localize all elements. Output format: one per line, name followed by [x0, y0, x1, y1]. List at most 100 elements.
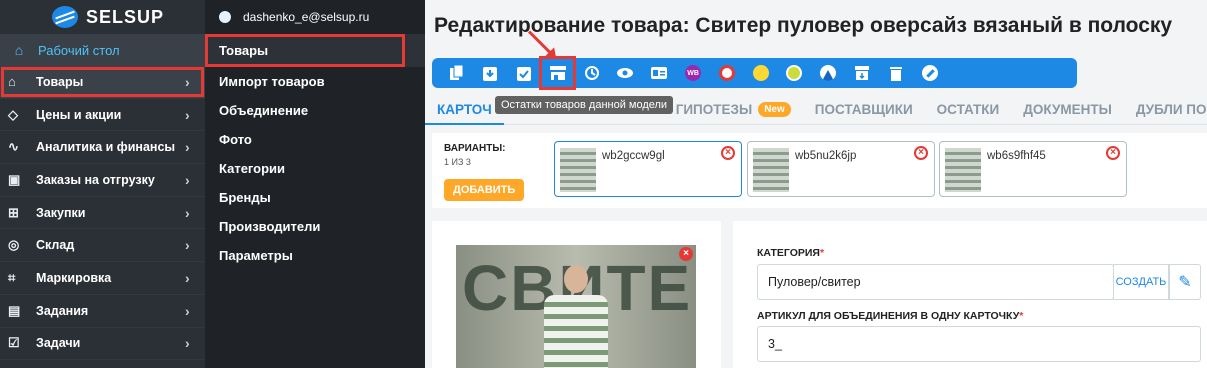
submenu-item[interactable]: Товары — [205, 34, 425, 67]
sidebar-item-label: Маркировка — [36, 270, 112, 285]
category-field[interactable]: Пуловер/свитер — [757, 264, 1114, 300]
preview-button[interactable] — [609, 58, 642, 88]
remove-variant-icon[interactable]: × — [721, 146, 735, 160]
cart-icon: ⊞ — [8, 204, 19, 220]
variants-count: 1 ИЗ 3 — [444, 157, 471, 167]
sidebar-item[interactable]: ◎ Склад › — [0, 229, 205, 263]
check-circle-icon: ◎ — [8, 237, 20, 253]
tab-label: ГИПОТЕЗЫ — [675, 102, 753, 117]
bag-icon: ⌂ — [8, 74, 16, 90]
sidebar-item-label: Рабочий стол — [38, 42, 120, 58]
sidebar-item-label: Товары — [36, 74, 84, 89]
submenu-item[interactable]: Производители — [205, 212, 425, 241]
yandex-market-button[interactable] — [744, 58, 777, 88]
store-icon — [549, 66, 566, 80]
submenu-item[interactable]: Параметры — [205, 241, 425, 270]
marketplace-check-button[interactable] — [778, 58, 811, 88]
sidebar-item[interactable]: ⌂ Товары › — [0, 66, 205, 99]
sidebar-item-label: Закупки — [36, 205, 86, 220]
clipboard-check-icon — [517, 67, 532, 81]
variant-card[interactable]: wb2gccw9gl × — [554, 141, 742, 197]
submenu-item[interactable]: Фото — [205, 125, 425, 154]
delete-button[interactable] — [879, 58, 912, 88]
add-variant-button[interactable]: ДОБАВИТЬ — [444, 179, 525, 201]
card-view-button[interactable] — [643, 58, 676, 88]
tab-documents[interactable]: ДОКУМЕНТЫ — [1011, 102, 1124, 117]
sidebar-item[interactable]: ▣ Заказы на отгрузку › — [0, 164, 205, 197]
approve-button[interactable] — [508, 58, 541, 88]
create-category-button[interactable]: СОЗДАТЬ — [1113, 264, 1169, 300]
home-icon: ⌂ — [14, 42, 24, 58]
download-button[interactable] — [474, 58, 507, 88]
sidebar-item-label: Цены и акции — [36, 107, 122, 122]
remove-image-icon[interactable]: × — [679, 247, 693, 261]
category-label: КАТЕГОРИЯ* — [757, 247, 825, 259]
sidebar-item[interactable]: ◇ Цены и акции › — [0, 99, 205, 132]
article-label: АРТИКУЛ ДЛЯ ОБЪЕДИНЕНИЯ В ОДНУ КАРТОЧКУ* — [757, 310, 1024, 322]
model-stock-button[interactable] — [539, 56, 577, 90]
sidebar-item-label: Задачи — [36, 336, 81, 351]
yandex-market-icon — [752, 65, 769, 81]
scan-icon: ⌗ — [8, 269, 16, 285]
ozon-button[interactable] — [710, 58, 743, 88]
tooltip: Остатки товаров данной модели — [495, 96, 674, 114]
sidebar-item[interactable]: ▤ Задания › — [0, 295, 205, 328]
submenu-item[interactable]: Категории — [205, 154, 425, 183]
tab-card[interactable]: КАРТОЧ — [425, 94, 504, 125]
variants-panel: ВАРИАНТЫ: 1 ИЗ 3 ДОБАВИТЬ wb2gccw9gl × w… — [432, 133, 1207, 208]
variant-name: wb2gccw9gl — [602, 150, 665, 162]
settings-button[interactable] — [913, 58, 946, 88]
tab-suppliers[interactable]: ПОСТАВЩИКИ — [803, 102, 925, 117]
product-form: КАТЕГОРИЯ* Пуловер/свитер СОЗДАТЬ ✎ АРТИ… — [733, 221, 1207, 368]
user-icon — [219, 11, 231, 23]
sidebar-item[interactable]: ⌗ Маркировка › — [0, 262, 205, 295]
calendar-icon: ▤ — [8, 302, 21, 318]
remove-variant-icon[interactable]: × — [914, 146, 928, 160]
submenu-item[interactable]: Объединение — [205, 96, 425, 125]
sidebar-item-label: Заказы на отгрузку — [36, 172, 155, 187]
submenu-item[interactable]: Импорт товаров — [205, 67, 425, 96]
download-icon — [483, 67, 498, 81]
wrench-icon — [921, 65, 938, 81]
mountain-button[interactable] — [812, 58, 845, 88]
variant-card[interactable]: wb5nu2k6jp × — [747, 141, 935, 197]
chevron-right-icon: › — [185, 237, 190, 254]
variant-thumbnail — [945, 148, 981, 192]
ozon-icon — [718, 65, 735, 81]
product-image-panel: СВИТЕР × — [432, 221, 721, 368]
page-title: Редактирование товара: Свитер пуловер ов… — [434, 14, 1173, 37]
submenu-item[interactable]: Бренды — [205, 183, 425, 212]
user-account[interactable]: dashenko_e@selsup.ru — [205, 0, 425, 34]
tab-duplicates[interactable]: ДУБЛИ ПО — [1124, 102, 1207, 117]
product-image[interactable]: СВИТЕР — [456, 245, 696, 368]
card-icon — [651, 67, 668, 79]
variant-card[interactable]: wb6s9fhf45 × — [939, 141, 1127, 197]
sidebar-item[interactable]: ☑ Задачи › — [0, 328, 205, 361]
user-email: dashenko_e@selsup.ru — [243, 10, 370, 24]
history-button[interactable] — [575, 58, 608, 88]
chevron-right-icon: › — [185, 73, 190, 90]
archive-button[interactable] — [846, 58, 879, 88]
edit-category-button[interactable]: ✎ — [1169, 264, 1201, 300]
logo[interactable]: SELSUP — [0, 0, 205, 34]
tab-stock[interactable]: ОСТАТКИ — [925, 102, 1012, 117]
copy-button[interactable] — [440, 58, 473, 88]
submenu-panel: dashenko_e@selsup.ru Товары Импорт товаро… — [205, 0, 425, 368]
sidebar-item-label: Склад — [36, 238, 75, 253]
logo-icon — [52, 6, 78, 28]
sidebar-item[interactable]: ∿ Аналитика и финансы › — [0, 131, 205, 165]
action-toolbar: WB — [432, 56, 1077, 90]
variant-name: wb6s9fhf45 — [987, 150, 1046, 162]
sidebar-item-label: Задания — [36, 303, 89, 318]
remove-variant-icon[interactable]: × — [1106, 146, 1120, 160]
sidebar-item-label: Аналитика и финансы — [36, 140, 176, 155]
main-content: Редактирование товара: Свитер пуловер ов… — [425, 0, 1207, 368]
sidebar-item[interactable]: ⊞ Закупки › — [0, 197, 205, 230]
chevron-right-icon: › — [185, 139, 190, 156]
variant-thumbnail — [560, 148, 596, 192]
article-field[interactable]: 3_ — [757, 326, 1201, 362]
tab-hypotheses[interactable]: ГИПОТЕЗЫ New — [664, 102, 803, 117]
archive-icon — [855, 66, 870, 80]
wildberries-button[interactable]: WB — [677, 58, 710, 88]
sidebar-item-desktop[interactable]: ⌂ Рабочий стол — [0, 34, 205, 66]
